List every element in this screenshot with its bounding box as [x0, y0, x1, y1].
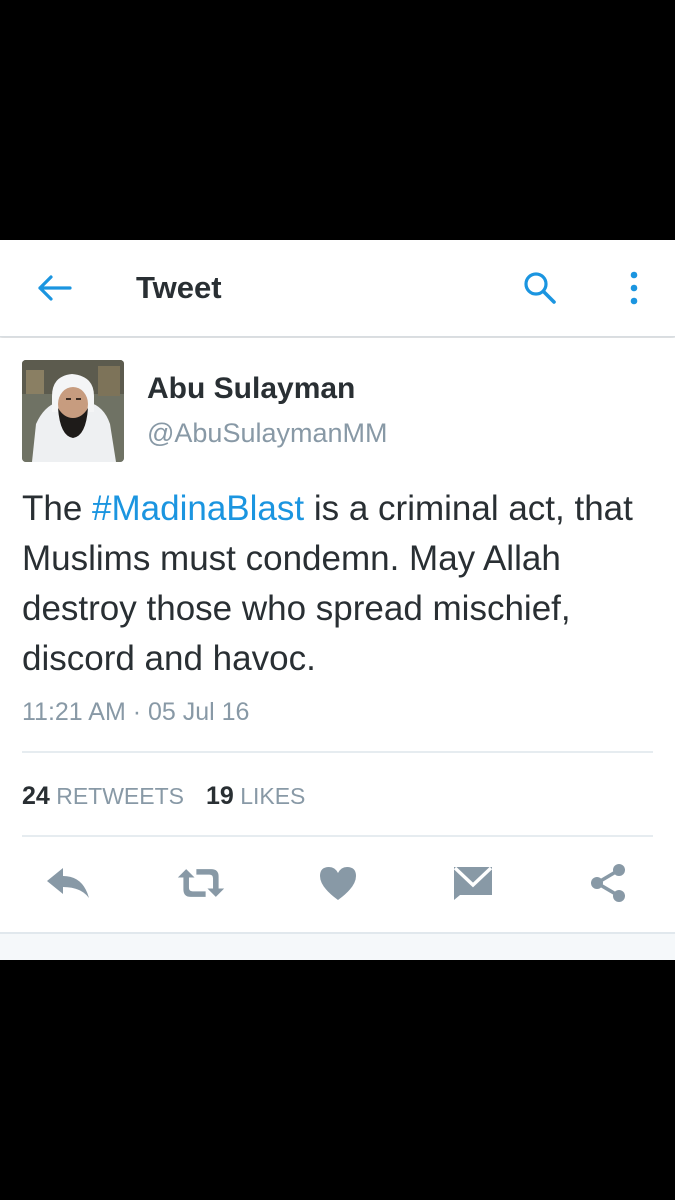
retweet-button[interactable]: [176, 860, 226, 906]
retweets-stat[interactable]: 24 RETWEETS: [22, 782, 184, 810]
tweet-screen: Tweet Abu Sulayman @AbuSulaymanMM The #M…: [0, 240, 675, 960]
heart-icon: [320, 867, 356, 900]
retweets-count: 24: [22, 782, 50, 810]
tweet-text: The #MadinaBlast is a criminal act, that…: [22, 484, 652, 684]
likes-label: LIKES: [240, 783, 306, 809]
author-name[interactable]: Abu Sulayman: [147, 372, 355, 406]
more-vertical-icon: [630, 271, 638, 305]
avatar[interactable]: [22, 360, 124, 462]
tweet-timestamp: 11:21 AM · 05 Jul 16: [22, 698, 250, 726]
search-button[interactable]: [516, 264, 564, 312]
share-icon: [591, 864, 625, 902]
reply-button[interactable]: [43, 860, 93, 906]
tweet-card: Abu Sulayman @AbuSulaymanMM The #MadinaB…: [0, 338, 675, 932]
likes-count: 19: [205, 782, 234, 810]
likes-stat[interactable]: 19 LIKES: [205, 782, 306, 810]
author-handle[interactable]: @AbuSulaymanMM: [147, 418, 388, 449]
back-button[interactable]: [32, 266, 76, 310]
top-black-bar: [0, 0, 675, 240]
tweet-text-start: The: [22, 489, 93, 528]
divider: [0, 932, 675, 934]
direct-message-button[interactable]: [448, 860, 498, 906]
search-icon: [524, 272, 556, 304]
app-bar: Tweet: [0, 240, 675, 337]
reply-icon: [47, 868, 89, 898]
retweets-label: RETWEETS: [56, 783, 184, 809]
page-title: Tweet: [136, 270, 222, 305]
divider: [22, 751, 653, 753]
tweet-actions: [0, 850, 675, 916]
tweet-stats: 24 RETWEETS 19 LIKES: [22, 782, 305, 811]
like-button[interactable]: [313, 860, 363, 906]
bottom-black-bar: [0, 960, 675, 1200]
divider: [22, 835, 653, 837]
more-options-button[interactable]: [612, 264, 656, 312]
retweet-icon: [177, 869, 225, 897]
arrow-left-icon: [38, 275, 72, 301]
avatar-image: [22, 360, 124, 462]
share-button[interactable]: [583, 860, 633, 906]
hashtag-link[interactable]: #MadinaBlast: [92, 489, 304, 528]
message-icon: [453, 866, 493, 900]
